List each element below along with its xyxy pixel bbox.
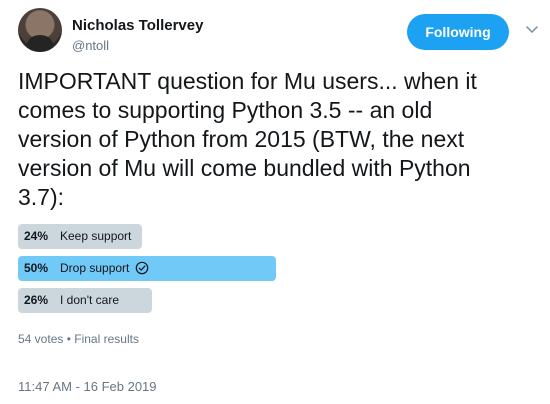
poll-label-row: 26% I don't care bbox=[24, 293, 119, 307]
poll-meta-separator: • bbox=[66, 332, 71, 346]
check-circle-icon bbox=[136, 261, 149, 275]
tweet-text: IMPORTANT question for Mu users... when … bbox=[18, 68, 477, 210]
following-button[interactable]: Following bbox=[407, 14, 509, 50]
poll-meta: 54 votes • Final results bbox=[18, 332, 139, 346]
poll-option: 50% Drop support bbox=[18, 256, 534, 281]
poll-option-label: I don't care bbox=[60, 293, 119, 307]
poll-percent: 24% bbox=[24, 229, 49, 243]
tweet-header: Nicholas Tollervey @ntoll Following bbox=[18, 8, 538, 60]
poll-status: Final results bbox=[74, 332, 139, 346]
chevron-down-icon[interactable] bbox=[524, 22, 540, 38]
poll-percent: 26% bbox=[24, 293, 49, 307]
poll-option: 24% Keep support bbox=[18, 224, 534, 249]
poll-votes: 54 votes bbox=[18, 332, 64, 346]
avatar[interactable] bbox=[18, 8, 62, 52]
poll-percent: 50% bbox=[24, 261, 49, 275]
tweet-timestamp[interactable]: 11:47 AM - 16 Feb 2019 bbox=[18, 379, 157, 394]
poll-label-row: 50% Drop support bbox=[24, 261, 149, 275]
poll-option: 26% I don't care bbox=[18, 288, 534, 313]
poll-option-label: Keep support bbox=[60, 229, 132, 243]
poll-option-label: Drop support bbox=[60, 261, 130, 275]
poll: 24% Keep support 50% Drop support 26% I … bbox=[18, 224, 534, 320]
author-handle[interactable]: @ntoll bbox=[72, 38, 109, 53]
author-display-name[interactable]: Nicholas Tollervey bbox=[72, 17, 203, 34]
poll-label-row: 24% Keep support bbox=[24, 229, 131, 243]
